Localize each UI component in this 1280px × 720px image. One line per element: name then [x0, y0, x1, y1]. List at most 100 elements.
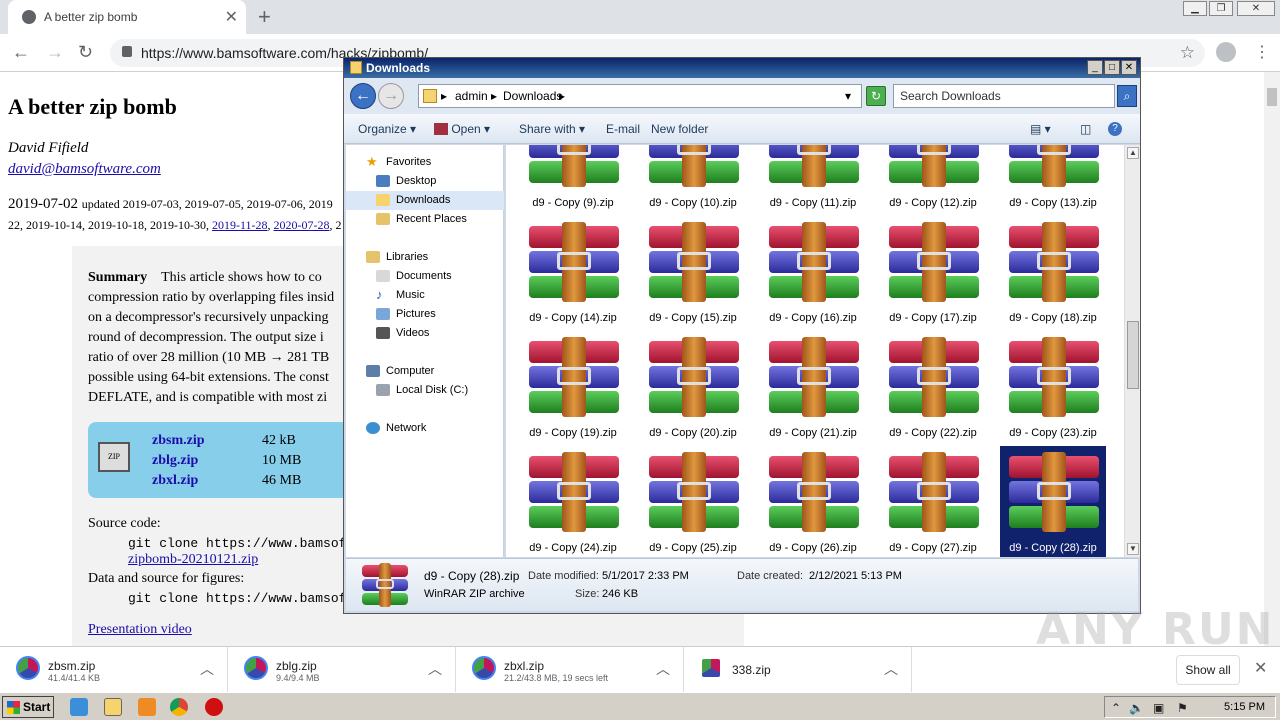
shelf-download-item[interactable]: 338.zip ︿: [684, 647, 912, 693]
author-email-link[interactable]: david@bamsoftware.com: [8, 161, 161, 178]
file-item[interactable]: d9 - Copy (24).zip: [520, 446, 626, 557]
explorer-close-button[interactable]: ✕: [1121, 60, 1137, 75]
tab-close-icon[interactable]: ✕: [225, 7, 238, 27]
chevron-up-icon[interactable]: ︿: [656, 659, 670, 679]
share-with-button[interactable]: Share with ▾: [519, 122, 585, 136]
nav-desktop[interactable]: Desktop: [346, 172, 504, 191]
download-link-zbsm[interactable]: zbsm.zip: [152, 433, 205, 449]
nav-local-disk[interactable]: Local Disk (C:): [346, 381, 504, 400]
close-window-button[interactable]: ✕: [1237, 1, 1275, 16]
file-item[interactable]: d9 - Copy (17).zip: [880, 216, 986, 330]
file-item[interactable]: d9 - Copy (12).zip: [880, 145, 986, 215]
explorer-refresh-icon[interactable]: ↻: [866, 86, 886, 106]
nav-recent-places[interactable]: Recent Places: [346, 210, 504, 229]
file-item[interactable]: d9 - Copy (11).zip: [760, 145, 866, 215]
maximize-button[interactable]: ❐: [1209, 1, 1233, 16]
explorer-minimize-button[interactable]: _: [1087, 60, 1103, 75]
file-item[interactable]: d9 - Copy (20).zip: [640, 331, 746, 445]
explorer-titlebar[interactable]: Downloads _ □ ✕: [344, 58, 1140, 78]
minimize-button[interactable]: ▁: [1183, 1, 1207, 16]
help-icon[interactable]: ?: [1108, 122, 1122, 136]
file-item[interactable]: d9 - Copy (28).zip: [1000, 446, 1106, 557]
file-item[interactable]: d9 - Copy (21).zip: [760, 331, 866, 445]
scroll-up-icon[interactable]: ▲: [1127, 147, 1139, 159]
nav-music[interactable]: ♪ Music: [346, 286, 504, 305]
nav-favorites[interactable]: ★ Favorites: [346, 153, 504, 172]
file-item[interactable]: d9 - Copy (26).zip: [760, 446, 866, 557]
explorer-back-icon[interactable]: ←: [350, 83, 376, 109]
network-tray-icon[interactable]: ▣: [1153, 701, 1164, 715]
nav-network[interactable]: Network: [346, 419, 504, 438]
open-button[interactable]: Open ▾: [434, 122, 490, 136]
browser-tab[interactable]: A better zip bomb ✕: [8, 0, 246, 34]
date-link-2020-07-28[interactable]: 2020-07-28: [274, 218, 330, 232]
shelf-download-item[interactable]: zbxl.zip 21.2/43.8 MB, 19 secs left ︿: [456, 647, 684, 693]
chrome-icon[interactable]: [170, 698, 188, 716]
explorer-address-bar[interactable]: ▸ admin ▸ Downloads ▸ ▾: [418, 84, 862, 108]
file-item[interactable]: d9 - Copy (27).zip: [880, 446, 986, 557]
volume-icon[interactable]: 🔈: [1129, 701, 1144, 715]
shelf-download-item[interactable]: zbsm.zip 41.4/41.4 KB ︿: [0, 647, 228, 693]
tray-arrow-icon[interactable]: ⌃: [1111, 701, 1121, 715]
file-item[interactable]: d9 - Copy (25).zip: [640, 446, 746, 557]
explorer-maximize-button[interactable]: □: [1104, 60, 1120, 75]
shelf-download-item[interactable]: zblg.zip 9.4/9.4 MB ︿: [228, 647, 456, 693]
bookmark-star-icon[interactable]: ☆: [1180, 43, 1195, 63]
breadcrumb-admin[interactable]: admin: [455, 89, 488, 103]
explorer-taskbar-icon[interactable]: [104, 698, 122, 716]
new-tab-button[interactable]: +: [258, 4, 271, 30]
close-shelf-icon[interactable]: ✕: [1254, 658, 1267, 678]
nav-documents[interactable]: Documents: [346, 267, 504, 286]
scrollbar-thumb[interactable]: [1127, 321, 1139, 389]
winrar-archive-icon: [529, 145, 619, 187]
nav-videos[interactable]: Videos: [346, 324, 504, 343]
file-list-scrollbar[interactable]: ▲ ▼: [1124, 145, 1140, 557]
file-item[interactable]: d9 - Copy (9).zip: [520, 145, 626, 215]
back-arrow-icon[interactable]: ←: [12, 42, 30, 63]
date-link-2019-11-28[interactable]: 2019-11-28: [212, 218, 268, 232]
download-link-zblg[interactable]: zblg.zip: [152, 453, 198, 469]
action-center-flag-icon[interactable]: ⚑: [1177, 701, 1188, 715]
scrollbar-thumb[interactable]: [1267, 88, 1277, 106]
view-options-icon[interactable]: ▤ ▾: [1030, 122, 1051, 136]
file-item[interactable]: d9 - Copy (22).zip: [880, 331, 986, 445]
chevron-up-icon[interactable]: ︿: [200, 659, 214, 679]
nav-libraries[interactable]: Libraries: [346, 248, 504, 267]
chevron-up-icon[interactable]: ︿: [428, 659, 442, 679]
alert-icon[interactable]: [205, 698, 223, 716]
breadcrumb-downloads[interactable]: Downloads: [503, 89, 562, 103]
ie-icon[interactable]: [70, 698, 88, 716]
email-button[interactable]: E-mail: [606, 122, 640, 136]
presentation-video-link[interactable]: Presentation video: [88, 622, 192, 638]
preview-pane-icon[interactable]: ◫: [1080, 122, 1091, 136]
search-icon[interactable]: ⌕: [1117, 85, 1137, 107]
address-dropdown-icon[interactable]: ▾: [845, 89, 851, 103]
file-item[interactable]: d9 - Copy (15).zip: [640, 216, 746, 330]
file-item[interactable]: d9 - Copy (14).zip: [520, 216, 626, 330]
profile-avatar-icon[interactable]: [1216, 42, 1236, 62]
show-all-button[interactable]: Show all: [1176, 655, 1240, 685]
organize-button[interactable]: Organize ▾: [358, 122, 416, 136]
explorer-search-input[interactable]: Search Downloads: [893, 84, 1115, 108]
file-item[interactable]: d9 - Copy (19).zip: [520, 331, 626, 445]
file-item[interactable]: d9 - Copy (13).zip: [1000, 145, 1106, 215]
download-link-zbxl[interactable]: zbxl.zip: [152, 473, 198, 489]
forward-arrow-icon[interactable]: →: [46, 42, 64, 63]
source-zip-link[interactable]: zipbomb-20210121.zip: [128, 552, 258, 568]
new-folder-button[interactable]: New folder: [651, 122, 708, 136]
nav-downloads[interactable]: Downloads: [346, 191, 504, 210]
page-scrollbar[interactable]: [1264, 72, 1280, 646]
file-item[interactable]: d9 - Copy (23).zip: [1000, 331, 1106, 445]
chevron-up-icon[interactable]: ︿: [884, 659, 898, 679]
file-item[interactable]: d9 - Copy (10).zip: [640, 145, 746, 215]
scroll-down-icon[interactable]: ▼: [1127, 543, 1139, 555]
reload-icon[interactable]: ↻: [78, 42, 93, 63]
explorer-forward-icon[interactable]: →: [378, 83, 404, 109]
file-item[interactable]: d9 - Copy (16).zip: [760, 216, 866, 330]
start-button[interactable]: Start: [2, 696, 54, 718]
menu-kebab-icon[interactable]: ⋮: [1254, 42, 1270, 62]
media-player-icon[interactable]: [138, 698, 156, 716]
file-item[interactable]: d9 - Copy (18).zip: [1000, 216, 1106, 330]
nav-computer[interactable]: Computer: [346, 362, 504, 381]
nav-pictures[interactable]: Pictures: [346, 305, 504, 324]
